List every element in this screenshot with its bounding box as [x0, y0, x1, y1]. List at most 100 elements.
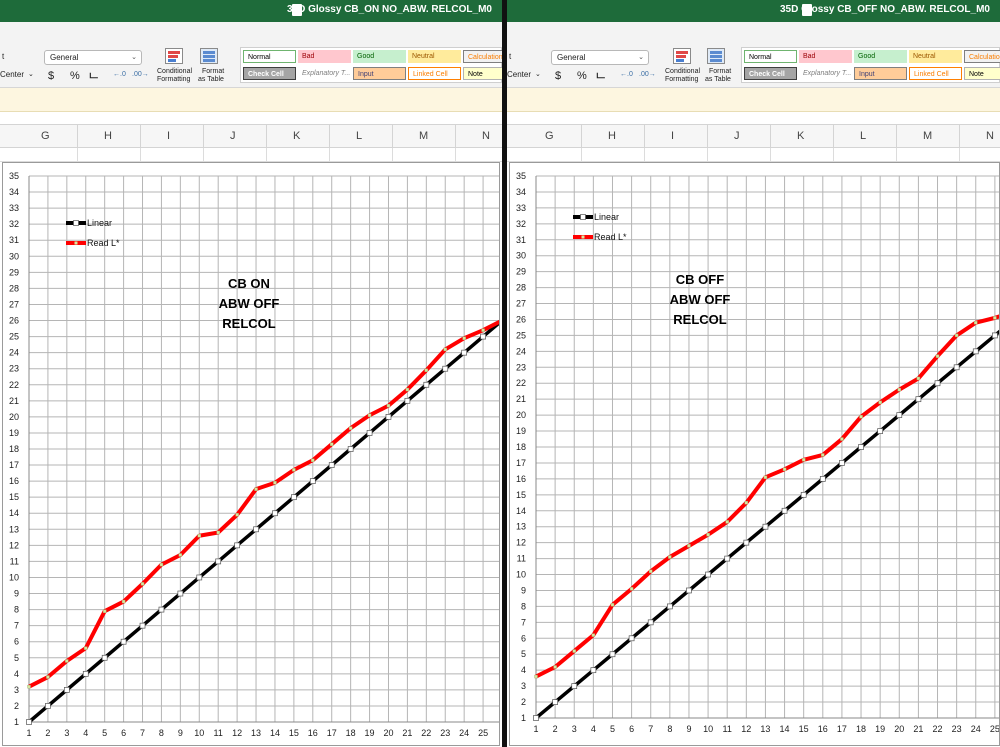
- cell-style-normal[interactable]: Normal: [243, 50, 296, 63]
- annotation-line: RELCOL: [222, 316, 276, 331]
- data-point-marker: [686, 587, 692, 594]
- percent-button[interactable]: %: [70, 70, 80, 82]
- decrease-decimal-icon[interactable]: .00→: [639, 71, 656, 78]
- format-as-table-label-2[interactable]: as Table: [705, 76, 731, 83]
- merge-dropdown-chevron-icon[interactable]: ⌄: [535, 70, 541, 78]
- format-as-table-label[interactable]: Format: [709, 68, 731, 75]
- decrease-decimal-icon[interactable]: .00→: [132, 71, 149, 78]
- cell-style-explanatory-t[interactable]: Explanatory T...: [298, 67, 351, 80]
- column-header-h[interactable]: H: [608, 130, 616, 142]
- series-line: [535, 314, 1000, 679]
- chart-frame[interactable]: 1 2 3 4 5 6 7 8 9 10 11 12 13 14 15 16 17 18 19 20 21 22 23 24 2…: [2, 162, 502, 746]
- column-header-k[interactable]: K: [293, 130, 300, 142]
- conditional-formatting-label[interactable]: Conditional: [665, 68, 700, 75]
- cell-style-bad[interactable]: Bad: [298, 50, 351, 63]
- number-format-select[interactable]: General ⌄: [551, 50, 649, 65]
- cell-style-check-cell[interactable]: Check Cell: [744, 67, 797, 80]
- cell-style-explanatory-t[interactable]: Explanatory T...: [799, 67, 852, 80]
- cell-style-neutral[interactable]: Neutral: [909, 50, 962, 63]
- data-point-marker: [63, 687, 70, 693]
- x-tick-label: 15: [289, 728, 299, 738]
- data-point-marker: [196, 574, 203, 581]
- cell-style-bad[interactable]: Bad: [799, 50, 852, 63]
- format-as-table-icon[interactable]: [707, 48, 725, 64]
- data-point-marker: [367, 413, 372, 417]
- column-header-g[interactable]: G: [41, 130, 50, 142]
- data-point-marker: [404, 397, 411, 404]
- column-header-g[interactable]: G: [545, 130, 554, 142]
- cell-style-note[interactable]: Note: [964, 67, 1000, 80]
- percent-button[interactable]: %: [577, 70, 587, 82]
- conditional-formatting-icon[interactable]: [673, 48, 691, 64]
- cell-style-input[interactable]: Input: [854, 67, 907, 80]
- cell-style-check-cell[interactable]: Check Cell: [243, 67, 296, 80]
- column-header-k[interactable]: K: [797, 130, 804, 142]
- cut-label[interactable]: t: [509, 52, 511, 61]
- cell-style-linked-cell[interactable]: Linked Cell: [909, 67, 962, 80]
- column-header-l[interactable]: L: [356, 130, 362, 142]
- y-tick-label: 33: [516, 203, 526, 213]
- x-tick-label: 14: [270, 728, 280, 738]
- format-as-table-icon[interactable]: [200, 48, 218, 64]
- y-tick-label: 29: [9, 267, 19, 277]
- chart-frame[interactable]: 1 2 3 4 5 6 7 8 9 10 11 12 13 14 15 16 17 18 19 20 21 22 23 24 2…: [509, 162, 1000, 746]
- merge-dropdown-chevron-icon[interactable]: ⌄: [28, 70, 34, 78]
- column-headers: G H I J K L M N: [507, 124, 1000, 149]
- data-point-marker: [992, 332, 998, 339]
- excel-window-cb-on: 35D Glossy CB_ON NO_ABW. RELCOL_M0 t Cente…: [0, 0, 502, 747]
- cell-style-neutral[interactable]: Neutral: [408, 50, 461, 63]
- comma-style-button[interactable]: ட: [89, 69, 98, 83]
- column-separator: [203, 125, 204, 149]
- cell-border: [770, 148, 771, 162]
- currency-button[interactable]: $: [48, 70, 54, 82]
- y-tick-label: 26: [9, 316, 19, 326]
- conditional-formatting-label[interactable]: Conditional: [157, 68, 192, 75]
- column-header-m[interactable]: M: [923, 130, 932, 142]
- column-header-i[interactable]: I: [167, 130, 170, 142]
- comma-style-button[interactable]: ட: [596, 69, 605, 83]
- y-tick-label: 10: [516, 570, 526, 580]
- x-tick-label: 3: [64, 728, 69, 738]
- increase-decimal-icon[interactable]: ←.0: [620, 71, 633, 78]
- sheet-row[interactable]: [507, 148, 1000, 162]
- merge-center-button[interactable]: Center: [507, 70, 531, 79]
- column-header-h[interactable]: H: [104, 130, 112, 142]
- column-header-n[interactable]: N: [482, 130, 490, 142]
- column-header-n[interactable]: N: [986, 130, 994, 142]
- column-header-j[interactable]: J: [734, 130, 740, 142]
- conditional-formatting-icon[interactable]: [165, 48, 183, 64]
- x-tick-label: 5: [102, 728, 107, 738]
- cell-border: [455, 148, 456, 162]
- data-point-marker: [534, 674, 538, 679]
- data-point-marker: [386, 403, 391, 408]
- cell-style-input[interactable]: Input: [353, 67, 406, 80]
- cell-style-good[interactable]: Good: [353, 50, 406, 63]
- cell-style-calculation[interactable]: Calculation: [463, 50, 502, 63]
- format-as-table-label[interactable]: Format: [202, 68, 224, 75]
- format-as-table-label-2[interactable]: as Table: [198, 76, 224, 83]
- title-bar: 35D Glossy CB_OFF NO_ABW. RELCOL_M0: [507, 0, 1000, 22]
- cell-style-linked-cell[interactable]: Linked Cell: [408, 67, 461, 80]
- column-header-i[interactable]: I: [671, 130, 674, 142]
- column-header-m[interactable]: M: [419, 130, 428, 142]
- cell-style-normal[interactable]: Normal: [744, 50, 797, 63]
- increase-decimal-icon[interactable]: ←.0: [113, 71, 126, 78]
- sheet-row[interactable]: [0, 148, 502, 162]
- data-point-marker: [347, 446, 354, 452]
- conditional-formatting-label-2[interactable]: Formatting: [665, 76, 698, 83]
- number-format-select[interactable]: General ⌄: [44, 50, 142, 65]
- column-header-j[interactable]: J: [230, 130, 236, 142]
- column-header-l[interactable]: L: [860, 130, 866, 142]
- cell-style-note[interactable]: Note: [463, 67, 502, 80]
- cell-style-good[interactable]: Good: [854, 50, 907, 63]
- data-point-marker: [443, 347, 447, 352]
- merge-center-button[interactable]: Center: [0, 70, 24, 79]
- x-tick-label: 21: [913, 724, 923, 734]
- data-point-marker: [934, 380, 941, 387]
- currency-button[interactable]: $: [555, 70, 561, 82]
- cell-style-calculation[interactable]: Calculation: [964, 50, 1000, 63]
- conditional-formatting-label-2[interactable]: Formatting: [157, 76, 190, 83]
- y-tick-label: 35: [516, 171, 526, 181]
- message-bar: [507, 88, 1000, 112]
- cut-label[interactable]: t: [2, 52, 4, 61]
